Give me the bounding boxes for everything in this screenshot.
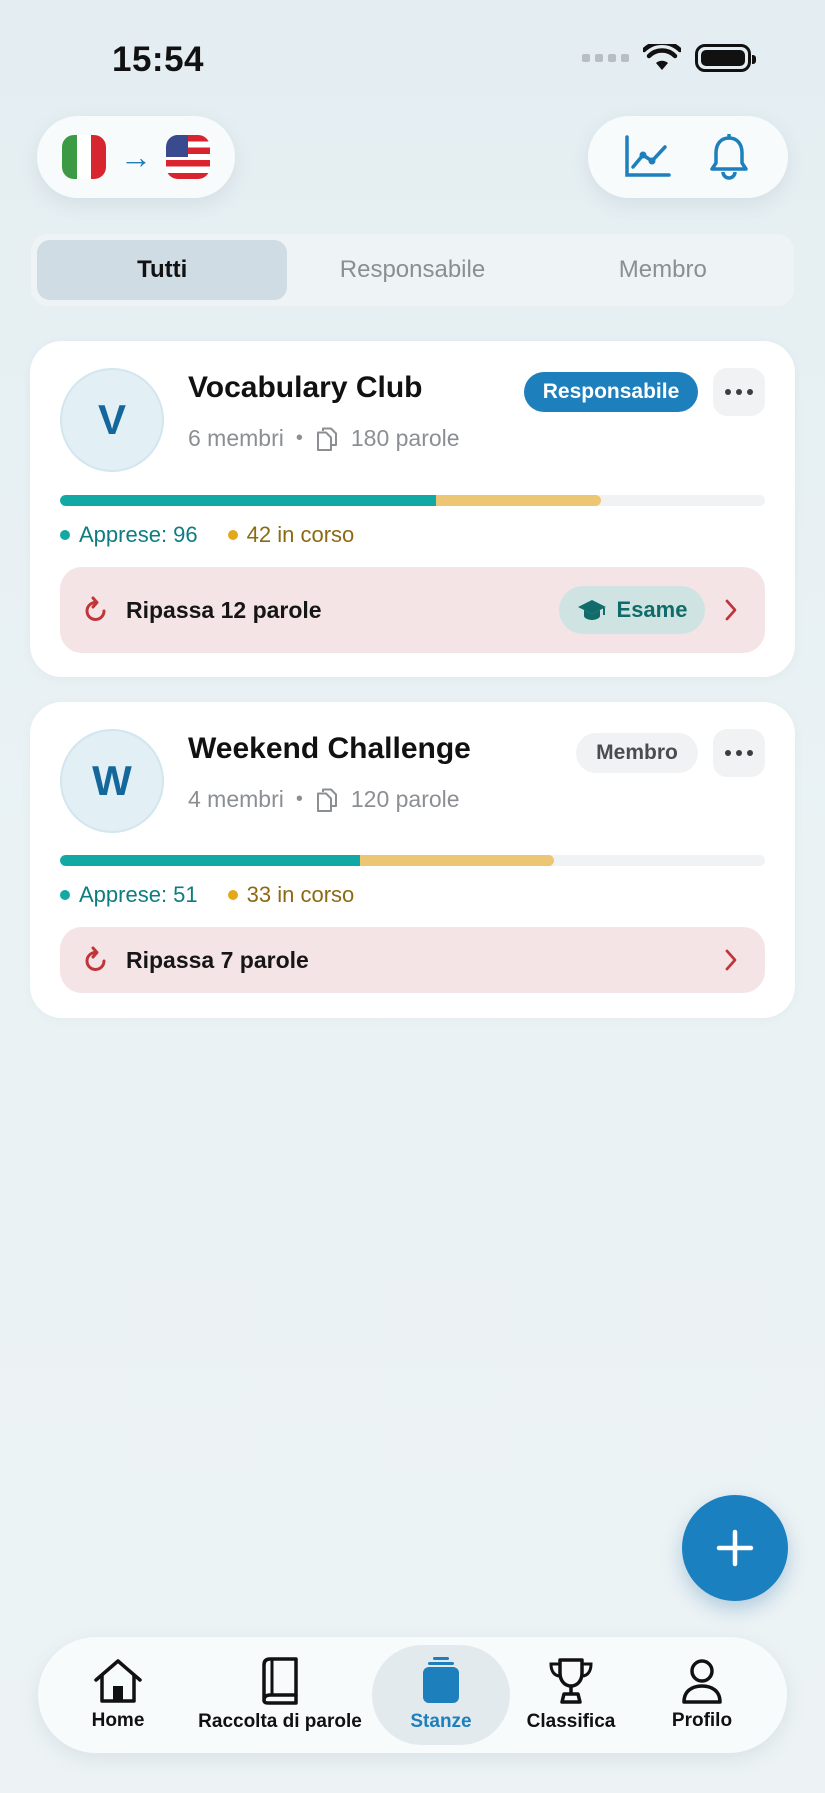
in-progress-label: 42 in corso [246,522,355,547]
progress-legend: Apprese: 51 33 in corso [60,882,354,908]
tab-leaderboard[interactable]: Classifica [510,1645,632,1745]
italy-flag-icon [62,135,106,179]
chevron-right-icon [719,948,743,972]
more-options-button[interactable] [713,729,765,777]
tab-profile[interactable]: Profilo [632,1645,772,1745]
in-progress-label: 33 in corso [246,882,355,907]
meta-separator: • [295,788,303,810]
tab-word-collection[interactable]: Raccolta di parole [188,1645,372,1745]
exam-button[interactable]: Esame [559,586,705,634]
tab-all[interactable]: Tutti [37,240,288,300]
bottom-tab-bar: Home Raccolta di parole Stanze Classific… [38,1637,787,1753]
room-card-vocabulary-club[interactable]: V Vocabulary Club 6 membri • 180 parole … [30,341,795,677]
room-card-weekend-challenge[interactable]: W Weekend Challenge 4 membri • 120 parol… [30,702,795,1018]
rooms-icon [423,1657,459,1703]
tab-label: Profilo [671,1710,733,1731]
review-button[interactable]: Ripassa 7 parole [60,927,765,993]
room-meta: 6 membri • 180 parole [188,425,460,452]
learned-dot-icon [60,890,70,900]
graduation-cap-icon [577,600,606,620]
chevron-right-icon [719,598,743,622]
room-progress-bar [60,495,765,506]
tab-owner[interactable]: Responsabile [287,240,537,300]
members-count: 6 membri [188,425,284,451]
review-label: Ripassa 12 parole [126,596,322,623]
tab-label: Classifica [526,1711,616,1732]
language-switcher[interactable]: → [37,116,235,198]
role-badge: Membro [576,733,698,773]
role-badge: Responsabile [524,372,698,412]
header-actions [588,116,788,198]
words-count: 180 parole [350,425,460,451]
progress-legend: Apprese: 96 42 in corso [60,522,354,548]
learned-label: Apprese: 51 [79,882,198,907]
refresh-icon [85,596,106,621]
create-room-button[interactable] [682,1495,788,1601]
documents-icon [316,788,337,812]
room-avatar: V [60,368,164,472]
cellular-signal-icon [582,54,629,62]
meta-separator: • [295,427,303,449]
progress-learned [60,855,360,866]
words-count: 120 parole [350,786,460,812]
stats-chart-icon [625,135,671,177]
learned-dot-icon [60,530,70,540]
progress-in-progress [436,495,601,506]
documents-icon [316,427,337,451]
tab-rooms[interactable]: Stanze [372,1645,510,1745]
room-progress-bar [60,855,765,866]
tab-label: Home [91,1710,145,1731]
room-meta: 4 membri • 120 parole [188,786,460,813]
home-icon [94,1659,142,1703]
refresh-icon [85,946,106,971]
battery-icon [695,44,756,72]
trophy-icon [549,1658,593,1704]
review-label: Ripassa 7 parole [126,946,309,973]
in-progress-dot-icon [227,890,238,900]
arrow-right-icon: → [120,139,152,175]
room-name: Vocabulary Club [188,371,423,404]
room-name: Weekend Challenge [188,732,471,765]
notifications-button[interactable] [699,127,759,187]
status-time: 15:54 [112,40,205,79]
exam-label: Esame [616,597,688,622]
room-filter-tabs: Tutti Responsabile Membro [30,233,795,307]
progress-learned [60,495,436,506]
learned-label: Apprese: 96 [79,522,198,547]
status-indicators [582,44,756,72]
tab-home[interactable]: Home [48,1645,188,1745]
room-avatar: W [60,729,164,833]
tab-label: Raccolta di parole [198,1711,362,1732]
progress-in-progress [359,855,554,866]
stats-button[interactable] [617,127,677,187]
tab-member[interactable]: Membro [538,240,788,300]
in-progress-dot-icon [227,530,238,540]
review-button[interactable]: Ripassa 12 parole Esame [60,567,765,653]
plus-icon [716,1529,754,1567]
us-flag-icon [166,135,210,179]
members-count: 4 membri [188,786,284,812]
book-icon [262,1657,298,1705]
more-options-button[interactable] [713,368,765,416]
person-icon [682,1659,722,1704]
bell-icon [710,134,748,180]
wifi-icon [643,44,681,70]
tab-label: Stanze [410,1711,472,1732]
